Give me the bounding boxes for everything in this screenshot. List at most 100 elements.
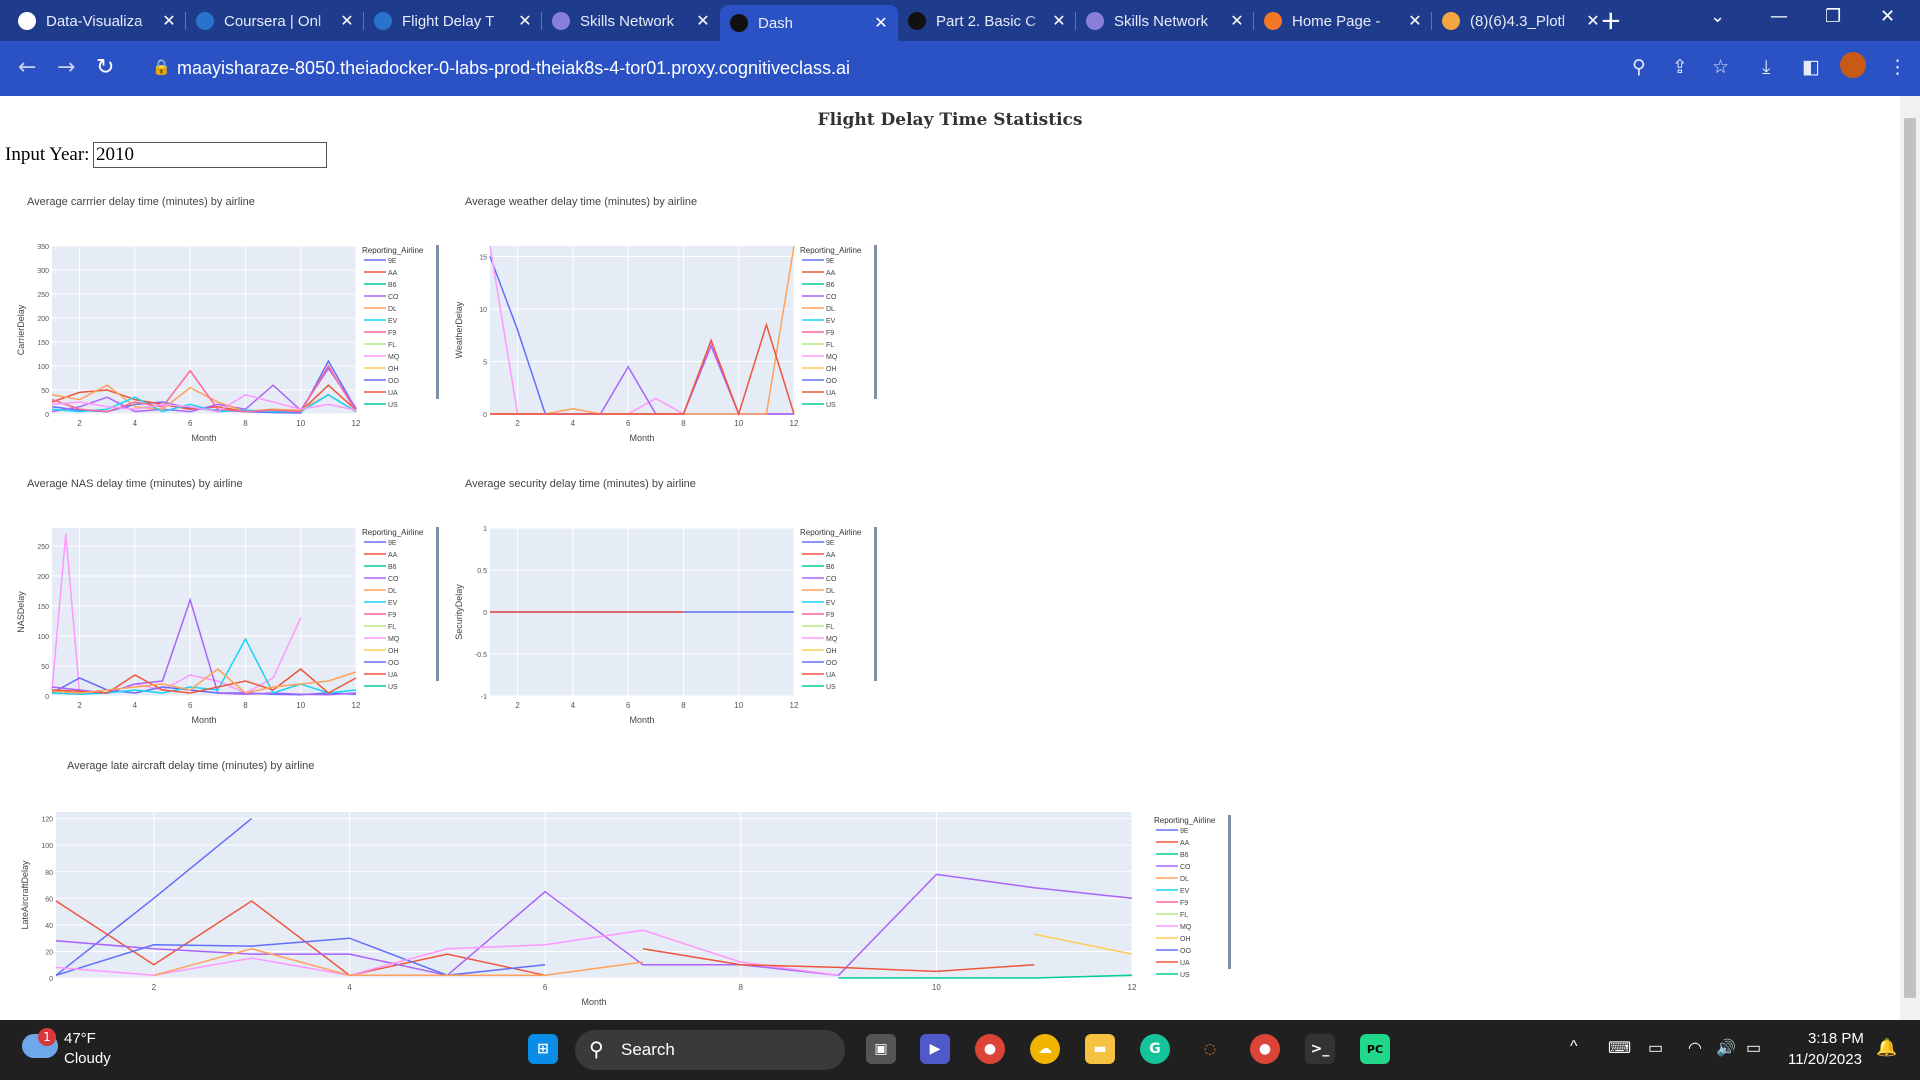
legend-item: OO: [1180, 948, 1191, 955]
weather-desc[interactable]: Cloudy: [64, 1050, 111, 1067]
close-tab-icon[interactable]: ✕: [1050, 11, 1068, 31]
weather-delay-chart[interactable]: Average weather delay time (minutes) by …: [438, 196, 878, 456]
browser-tab[interactable]: Skills Network ✕: [1076, 5, 1254, 37]
address-bar[interactable]: maayisharaze-8050.theiadocker-0-labs-pro…: [177, 58, 850, 79]
jupyter-icon: [1264, 12, 1282, 30]
share-icon[interactable]: ⇪: [1672, 56, 1688, 78]
y-tick-label: 0: [45, 412, 49, 419]
browser-toolbar: ← → ↻ 🔒 maayisharaze-8050.theiadocker-0-…: [0, 41, 1920, 96]
browser-tab-strip: Data-Visualiza ✕ Coursera | Onl ✕ Flight Del…: [0, 0, 1920, 41]
weather-temp[interactable]: 47°F: [64, 1030, 96, 1047]
browser-tab[interactable]: Dash ✕: [720, 5, 898, 41]
skills-network-icon: [552, 12, 570, 30]
close-tab-icon[interactable]: ✕: [1406, 11, 1424, 31]
input-year-field[interactable]: [93, 142, 327, 168]
close-tab-icon[interactable]: ✕: [160, 11, 178, 31]
clock-time[interactable]: 3:18 PM: [1808, 1030, 1864, 1047]
teams-icon[interactable]: ▶: [920, 1034, 950, 1064]
y-tick-label: 5: [483, 360, 487, 367]
close-tab-icon[interactable]: ✕: [1228, 11, 1246, 31]
x-tick-label: 8: [739, 983, 744, 992]
windows-start-icon[interactable]: ⊞: [528, 1034, 558, 1064]
clock-date[interactable]: 11/20/2023: [1788, 1051, 1862, 1068]
tab-title: Skills Network: [580, 12, 675, 30]
grammarly-icon[interactable]: G: [1140, 1034, 1170, 1064]
browser-tab[interactable]: (8)(6)4.3_Plotl ✕: [1432, 5, 1610, 37]
weather-app-icon[interactable]: ☁: [1030, 1034, 1060, 1064]
security-delay-chart[interactable]: Average security delay time (minutes) by…: [438, 478, 878, 738]
x-axis-label: Month: [191, 715, 216, 725]
legend-item: AA: [826, 552, 836, 559]
tray-chevron-icon[interactable]: ^: [1570, 1038, 1578, 1056]
terminal-icon[interactable]: >_: [1305, 1034, 1335, 1064]
legend-item: B6: [388, 564, 397, 571]
legend-item: OO: [388, 660, 399, 667]
legend-item: OO: [826, 660, 837, 667]
y-tick-label: 0: [49, 976, 53, 983]
close-tab-icon[interactable]: ✕: [516, 11, 534, 31]
keyboard-icon[interactable]: ⌨: [1608, 1038, 1631, 1058]
legend-item: EV: [826, 600, 836, 607]
x-tick-label: 10: [932, 983, 941, 992]
bookmark-star-icon[interactable]: ☆: [1712, 56, 1729, 78]
browser-tab[interactable]: Home Page - ✕: [1254, 5, 1432, 37]
forward-icon[interactable]: →: [57, 55, 75, 80]
download-icon[interactable]: ⤓: [1762, 56, 1770, 78]
chrome-icon[interactable]: ●: [975, 1034, 1005, 1064]
new-tab-button[interactable]: +: [1600, 6, 1622, 36]
browser-tab[interactable]: Data-Visualiza ✕: [8, 5, 186, 37]
legend-item: 9E: [826, 258, 835, 265]
menu-dots-icon[interactable]: ⋮: [1888, 56, 1907, 78]
x-tick-label: 8: [681, 701, 686, 710]
x-axis-label: Month: [629, 715, 654, 725]
y-tick-label: 0: [483, 610, 487, 617]
late-aircraft-delay-chart[interactable]: Average late aircraft delay time (minute…: [0, 760, 1240, 1020]
close-tab-icon[interactable]: ✕: [338, 11, 356, 31]
legend-item: DL: [826, 306, 835, 313]
browser-tab[interactable]: Skills Network ✕: [542, 5, 720, 37]
plot-area: [52, 528, 356, 696]
display-icon[interactable]: ▭: [1648, 1038, 1663, 1058]
volume-icon[interactable]: 🔊: [1716, 1038, 1736, 1058]
carrier-delay-chart[interactable]: Average carrrier delay time (minutes) by…: [0, 196, 440, 456]
close-window-icon[interactable]: ✕: [1880, 6, 1895, 27]
browser-tab[interactable]: Part 2. Basic C ✕: [898, 5, 1076, 37]
reload-icon[interactable]: ↻: [96, 55, 114, 80]
page-scrollbar[interactable]: [1900, 96, 1920, 1020]
wifi-icon[interactable]: ◠: [1688, 1038, 1702, 1058]
browser-tab[interactable]: Coursera | Onl ✕: [186, 5, 364, 37]
pycharm-icon[interactable]: PC: [1360, 1034, 1390, 1064]
x-tick-label: 12: [790, 701, 799, 710]
x-tick-label: 2: [77, 701, 82, 710]
y-tick-label: 0.5: [477, 568, 487, 575]
y-tick-label: 20: [45, 949, 53, 956]
legend-item: OH: [388, 648, 399, 655]
legend-item: OO: [826, 378, 837, 385]
file-explorer-icon[interactable]: ▬: [1085, 1034, 1115, 1064]
back-icon[interactable]: ←: [18, 55, 36, 80]
browser-tab[interactable]: Flight Delay T ✕: [364, 5, 542, 37]
close-tab-icon[interactable]: ✕: [872, 13, 890, 33]
notification-bell-icon[interactable]: 🔔: [1876, 1038, 1897, 1058]
tab-title: Flight Delay T: [402, 12, 495, 30]
jupyter-icon[interactable]: ◌: [1195, 1034, 1225, 1064]
battery-icon[interactable]: ▭: [1746, 1038, 1761, 1058]
minimize-icon[interactable]: —: [1770, 6, 1788, 27]
x-tick-label: 4: [571, 701, 576, 710]
y-tick-label: 150: [37, 604, 49, 611]
legend-item: MQ: [1180, 924, 1192, 931]
zoom-icon[interactable]: ⚲: [1632, 56, 1646, 78]
task-view-icon[interactable]: ▣: [866, 1034, 896, 1064]
profile-avatar[interactable]: [1840, 52, 1866, 78]
restore-icon[interactable]: ❐: [1825, 6, 1841, 27]
close-tab-icon[interactable]: ✕: [694, 11, 712, 31]
tab-search-icon[interactable]: ⌄: [1710, 6, 1725, 27]
scrollbar-thumb[interactable]: [1904, 118, 1916, 998]
legend-item: US: [1180, 972, 1190, 979]
taskbar-search[interactable]: ⚲ Search: [575, 1030, 845, 1070]
side-panel-icon[interactable]: ◧: [1802, 56, 1820, 78]
chrome-active-icon[interactable]: ●: [1250, 1034, 1280, 1064]
lock-icon[interactable]: 🔒: [152, 58, 171, 76]
x-tick-label: 10: [296, 701, 305, 710]
nas-delay-chart[interactable]: Average NAS delay time (minutes) by airl…: [0, 478, 440, 738]
